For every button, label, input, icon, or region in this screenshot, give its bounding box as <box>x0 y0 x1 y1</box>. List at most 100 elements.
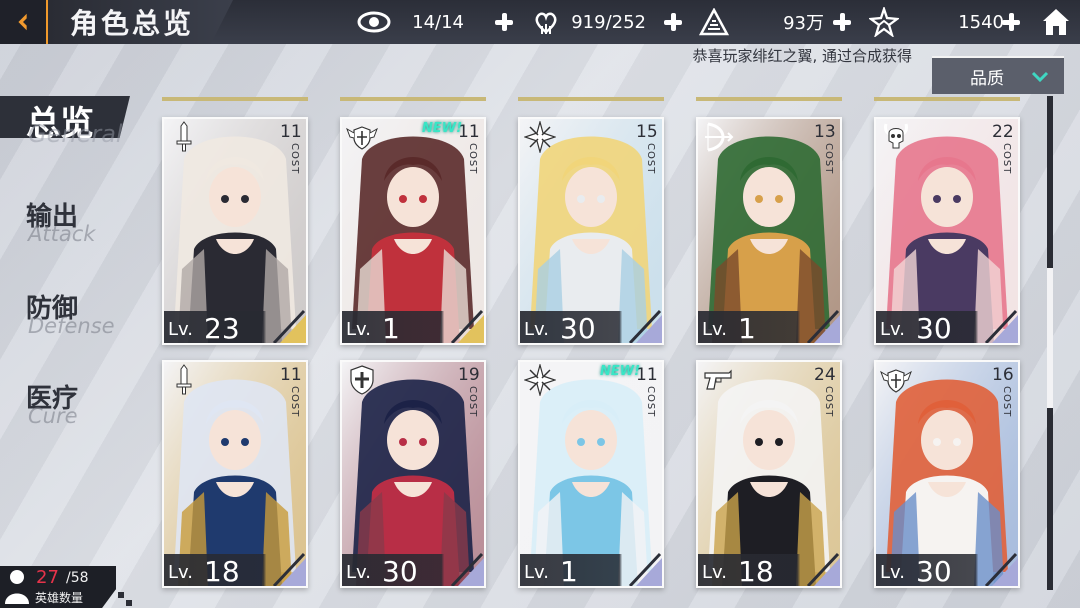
resource-hearts: 919/252 <box>528 0 646 44</box>
card-cost-label: COST <box>645 143 656 175</box>
star-burst-icon <box>524 364 556 396</box>
character-card[interactable]: 11 COST Lv. 23 <box>162 117 308 345</box>
card-cost-value: 11 <box>280 122 302 142</box>
rarity-corner <box>450 552 484 586</box>
horned-skull-icon <box>884 123 908 149</box>
quality-filter-label: 品质 <box>970 68 1004 89</box>
person-icon <box>5 570 29 604</box>
pistol-icon <box>704 369 732 390</box>
rarity-corner <box>628 552 662 586</box>
level-prefix: Lv. <box>346 319 372 340</box>
card-cost-label: COST <box>823 386 834 418</box>
level-prefix: Lv. <box>702 562 728 583</box>
card-cost-label: COST <box>467 386 478 418</box>
card-cost-label: COST <box>823 143 834 175</box>
resource-value: 14/14 <box>412 11 464 33</box>
resource-stars: 1540 <box>866 0 1004 44</box>
character-card[interactable]: 13 COST Lv. 1 <box>696 117 842 345</box>
card-rarity-line <box>518 97 664 101</box>
bow-icon <box>705 122 734 152</box>
level-prefix: Lv. <box>168 562 194 583</box>
nav-tab-cure[interactable]: 医疗 Cure <box>0 378 150 430</box>
character-card[interactable]: 15 COST Lv. 30 <box>518 117 664 345</box>
level-value: 30 <box>560 312 596 345</box>
rarity-corner <box>628 309 662 343</box>
character-card[interactable]: 16 COST Lv. 30 <box>874 360 1020 588</box>
add-gold-button[interactable] <box>829 9 855 35</box>
resource-gold: 93万 <box>696 0 824 44</box>
resource-vision: 14/14 <box>356 0 464 44</box>
card-cost-value: 11 <box>280 365 302 385</box>
level-value: 30 <box>382 555 418 588</box>
rarity-corner <box>806 552 840 586</box>
card-cost-value: 16 <box>992 365 1014 385</box>
page-title: 角色总览 <box>70 7 195 40</box>
decor-square <box>118 592 124 598</box>
winged-shield-icon <box>880 369 912 393</box>
chevron-down-icon <box>1031 71 1049 83</box>
card-rarity-line <box>340 97 486 101</box>
character-card[interactable]: 24 COST Lv. 18 <box>696 360 842 588</box>
new-badge: NEW! <box>599 364 640 379</box>
rarity-corner <box>450 309 484 343</box>
character-card[interactable]: 22 COST Lv. 30 <box>874 117 1020 345</box>
home-button[interactable] <box>1040 6 1072 38</box>
rarity-corner <box>272 309 306 343</box>
level-value: 1 <box>382 312 400 345</box>
crystal-triangle-icon <box>696 7 732 37</box>
level-value: 18 <box>204 555 240 588</box>
home-icon <box>1043 9 1069 35</box>
hero-count-panel: 27 /58 英雄数量 <box>0 566 116 608</box>
rarity-corner <box>984 309 1018 343</box>
card-cost-label: COST <box>289 143 300 175</box>
back-button[interactable] <box>0 0 48 44</box>
card-cost-label: COST <box>467 143 478 175</box>
quality-filter-dropdown[interactable]: 品质 <box>932 56 1064 94</box>
nav-tab-attack[interactable]: 输出 Attack <box>0 196 150 248</box>
new-badge: NEW! <box>421 121 462 136</box>
hero-count-current: 27 <box>36 567 59 588</box>
level-prefix: Lv. <box>346 562 372 583</box>
card-cost-value: 24 <box>814 365 836 385</box>
level-prefix: Lv. <box>168 319 194 340</box>
character-card[interactable]: 11 COST NEW! Lv. 1 <box>518 360 664 588</box>
rarity-corner <box>806 309 840 343</box>
scrollbar-thumb[interactable] <box>1047 268 1053 408</box>
character-card[interactable]: 11 COST Lv. 18 <box>162 360 308 588</box>
star-shard-icon <box>866 7 902 37</box>
nav-tab-defense[interactable]: 防御 Defense <box>0 288 150 340</box>
nav-tab-sublabel: Attack <box>28 222 96 246</box>
level-value: 30 <box>916 312 952 345</box>
character-card[interactable]: 11 COST NEW! Lv. 1 <box>340 117 486 345</box>
decor-square <box>126 600 132 606</box>
sword-icon <box>176 364 192 395</box>
chevron-left-icon <box>18 13 27 31</box>
cross-shield-icon <box>350 365 374 395</box>
level-prefix: Lv. <box>524 562 550 583</box>
card-cost-value: 15 <box>636 122 658 142</box>
card-rarity-line <box>696 97 842 101</box>
level-value: 18 <box>738 555 774 588</box>
level-prefix: Lv. <box>880 562 906 583</box>
level-prefix: Lv. <box>880 319 906 340</box>
character-card[interactable]: 19 COST Lv. 30 <box>340 360 486 588</box>
add-hearts-button[interactable] <box>660 9 686 35</box>
card-cost-value: 13 <box>814 122 836 142</box>
level-prefix: Lv. <box>524 319 550 340</box>
level-value: 23 <box>204 312 240 345</box>
rarity-corner <box>984 552 1018 586</box>
add-stars-button[interactable] <box>998 9 1024 35</box>
broadcast-notice: 恭喜玩家绯红之翼, 通过合成获得 <box>692 46 912 65</box>
level-value: 1 <box>560 555 578 588</box>
star-burst-icon <box>524 121 556 153</box>
hero-count-caption: 英雄数量 <box>35 591 84 605</box>
rarity-corner <box>272 552 306 586</box>
title-plate: 角色总览 <box>48 0 233 44</box>
card-cost-label: COST <box>1001 386 1012 418</box>
heart-hand-icon <box>528 7 564 37</box>
add-vision-button[interactable] <box>491 9 517 35</box>
nav-tab-sublabel: Defense <box>28 314 115 338</box>
resource-value: 1540 <box>958 11 1004 33</box>
nav-tab-general[interactable]: 总览 General <box>0 96 150 148</box>
eye-icon <box>356 7 392 37</box>
